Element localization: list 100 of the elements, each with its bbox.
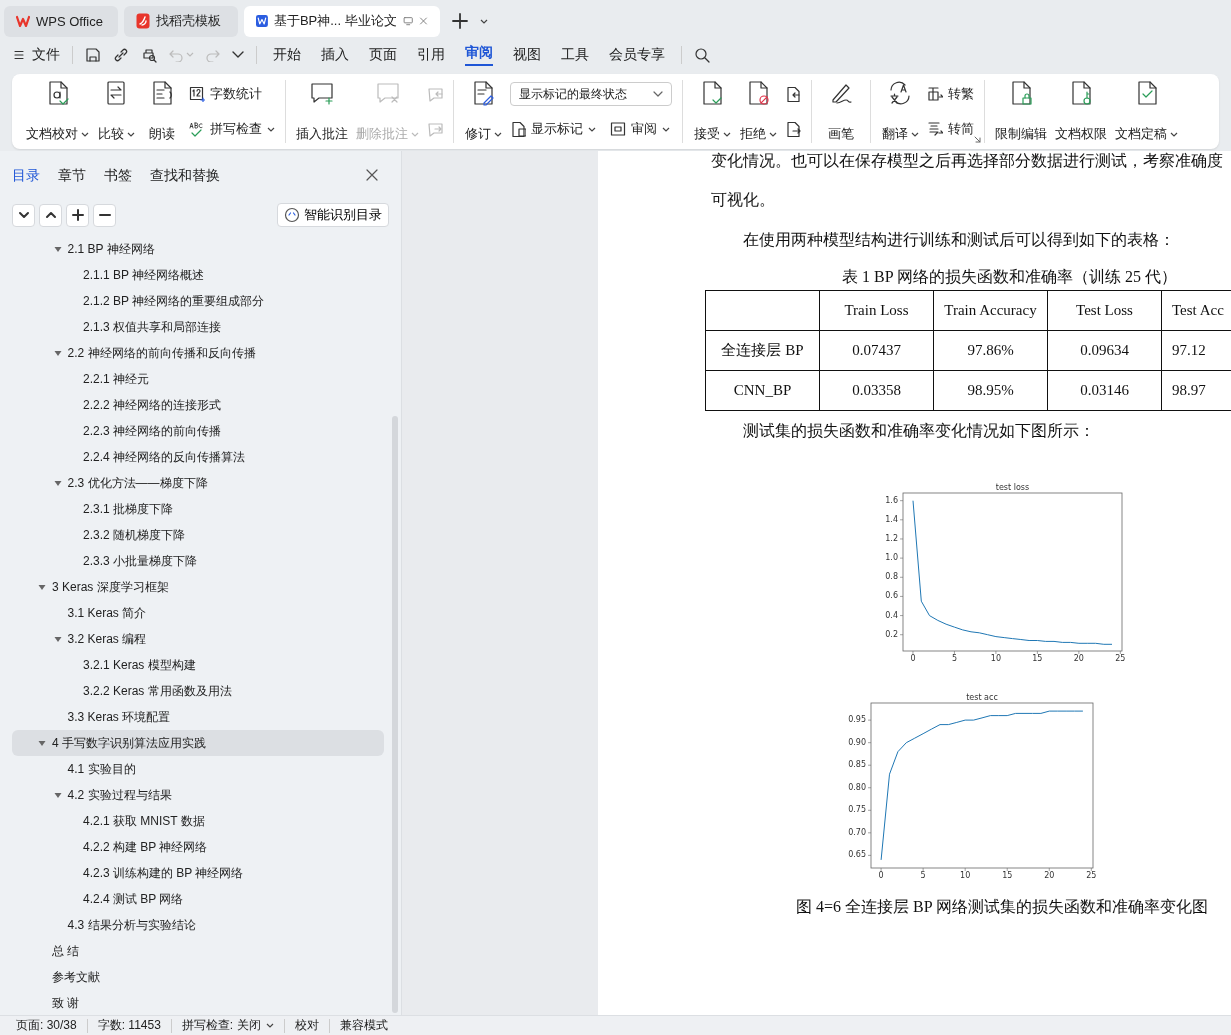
outline-item[interactable]: 4.2.1 获取 MNIST 数据	[12, 808, 384, 834]
ribbon-button[interactable]: 插入批注	[296, 80, 348, 143]
ribbon-tab[interactable]: 工具	[561, 45, 589, 64]
ribbon-tab[interactable]: 审阅	[465, 43, 493, 66]
outline-item[interactable]: 4.2.4 测试 BP 网络	[12, 886, 384, 912]
axis-tick-label: 15	[1002, 870, 1013, 880]
ribbon-button[interactable]: 接受	[693, 80, 731, 143]
app-tab[interactable]: 基于BP神... 毕业论文	[244, 5, 440, 37]
ribbon-button[interactable]: 画笔	[822, 80, 860, 143]
link-button[interactable]	[113, 46, 129, 63]
ribbon-button[interactable]: 限制编辑	[995, 80, 1047, 143]
ribbon-button[interactable]: 文档定稿	[1115, 80, 1178, 143]
axis-tick-label: 0.90	[848, 737, 866, 747]
wps-logo-icon	[16, 15, 30, 27]
axis-tick-label: 0	[910, 653, 916, 663]
ribbon-button[interactable]: 显示标记	[510, 117, 596, 141]
outline-item[interactable]: 4.2.3 训练构建的 BP 神经网络	[12, 860, 384, 886]
close-icon	[419, 15, 428, 27]
ribbon-button[interactable]: 翻译	[881, 80, 919, 143]
ribbon-tab[interactable]: 插入	[321, 45, 349, 64]
outline-item[interactable]: 致 谢	[12, 990, 384, 1015]
ribbon-button[interactable]: 修订	[464, 80, 502, 143]
pane-tab[interactable]: 书签	[104, 167, 132, 185]
markup-state-dropdown[interactable]: 显示标记的最终状态	[510, 82, 672, 106]
table-cell: 0.07437	[819, 330, 934, 371]
outline-item[interactable]: 2.2.3 神经网络的前向传播	[12, 418, 384, 444]
ribbon-tab[interactable]: 引用	[417, 45, 445, 64]
figure-caption: 图 4=6 全连接层 BP 网络测试集的损失函数和准确率变化图	[796, 896, 1209, 917]
ribbon-button[interactable]: 审阅	[610, 117, 670, 141]
ribbon-button[interactable]: 朗读	[143, 80, 181, 143]
outline-item[interactable]: 2.2.2 神经网络的连接形式	[12, 392, 384, 418]
outline-item[interactable]: 2.1.3 权值共享和局部连接	[12, 314, 384, 340]
save-button[interactable]	[85, 46, 101, 63]
outline-item[interactable]: 参考文献	[12, 964, 384, 990]
axis-tick-label: 0.95	[848, 714, 866, 724]
ribbon-tab[interactable]: 页面	[369, 45, 397, 64]
outline-item[interactable]: 3.2.1 Keras 模型构建	[12, 652, 384, 678]
outline-item[interactable]: 4.2.2 构建 BP 神经网络	[12, 834, 384, 860]
previous-change-icon	[785, 86, 801, 102]
caret-icon	[480, 18, 488, 24]
app-tab[interactable]: WPS Office	[4, 5, 118, 37]
outline-item[interactable]: 2.1.1 BP 神经网络概述	[12, 262, 384, 288]
chart-title: test acc	[966, 692, 998, 702]
outline-item[interactable]: 总 结	[12, 938, 384, 964]
ribbon-button[interactable]: 拒绝	[739, 80, 777, 143]
scrollbar[interactable]	[392, 416, 398, 1013]
ribbon-tab[interactable]: 会员专享	[609, 45, 665, 64]
caret-icon	[186, 52, 194, 57]
outline-item[interactable]: 4.2 实验过程与结果	[12, 782, 384, 808]
smart-toc-button[interactable]: 智能识别目录	[277, 203, 389, 227]
outline-item[interactable]: 4 手写数字识别算法应用实践	[12, 730, 384, 756]
outline-item[interactable]: 4.1 实验目的	[12, 756, 384, 782]
pane-tab[interactable]: 章节	[58, 167, 86, 185]
more-button[interactable]	[232, 50, 244, 59]
ribbon-button[interactable]: 拼写检查	[189, 117, 275, 141]
template-logo-icon	[136, 13, 150, 29]
translate-icon	[887, 80, 913, 106]
status-text: 校对	[294, 1017, 319, 1034]
chevron-up-icon	[44, 209, 57, 221]
outline-item[interactable]: 3.2.2 Keras 常用函数及用法	[12, 678, 384, 704]
save-icon	[85, 46, 101, 63]
outline-item[interactable]: 2.2.1 神经元	[12, 366, 384, 392]
add-button[interactable]	[66, 203, 89, 227]
table-cell: 97.86%	[933, 330, 1048, 371]
spell-check-status-button[interactable]: 拼写检查: 关闭	[181, 1017, 274, 1034]
outline-item[interactable]: 2.3.1 批梯度下降	[12, 496, 384, 522]
outline-item[interactable]: 2.3.3 小批量梯度下降	[12, 548, 384, 574]
outline-item[interactable]: 2.3 优化方法——梯度下降	[12, 470, 384, 496]
outline-item[interactable]: 3.2 Keras 编程	[12, 626, 384, 652]
ribbon-button[interactable]: 转繁	[927, 82, 974, 106]
paragraph: 测试集的损失函数和准确率变化情况如下图所示：	[742, 421, 1096, 441]
outline-item[interactable]: 2.2 神经网络的前向传播和反向传播	[12, 340, 384, 366]
axis-tick-label: 25	[1086, 870, 1097, 880]
print-preview-button[interactable]	[141, 46, 157, 63]
ribbon-button[interactable]: 转简	[927, 117, 974, 141]
outline-item[interactable]: 2.3.2 随机梯度下降	[12, 522, 384, 548]
app-tab[interactable]: 找稻壳模板	[124, 5, 238, 37]
expand-button[interactable]	[39, 203, 62, 227]
outline-item[interactable]: 4.3 结果分析与实验结论	[12, 912, 384, 938]
outline-item[interactable]: 2.1.2 BP 神经网络的重要组成部分	[12, 288, 384, 314]
outline-item[interactable]: 2.2.4 神经网络的反向传播算法	[12, 444, 384, 470]
outline-item[interactable]: 3.3 Keras 环境配置	[12, 704, 384, 730]
pane-tab[interactable]: 查找和替换	[150, 167, 220, 185]
outline-item[interactable]: 2.1 BP 神经网络	[12, 236, 384, 262]
ribbon-button[interactable]: 文档权限	[1055, 80, 1107, 143]
pane-tab[interactable]: 目录	[12, 167, 40, 185]
ribbon-button[interactable]: 文档校对	[26, 80, 89, 143]
ribbon-tab[interactable]: 开始	[273, 45, 301, 64]
file-menu[interactable]: 文件	[14, 45, 60, 64]
remove-button[interactable]	[93, 203, 116, 227]
chart-title: test loss	[995, 482, 1030, 492]
ribbon-button[interactable]: 比较	[97, 80, 135, 143]
search-button[interactable]	[694, 46, 710, 63]
collapse-button[interactable]	[12, 203, 35, 227]
outline-item[interactable]: 3.1 Keras 简介	[12, 600, 384, 626]
ribbon-button[interactable]: 字数统计	[189, 82, 275, 106]
next-change-icon	[785, 121, 801, 137]
axis-tick-label: 0.65	[848, 849, 866, 859]
ribbon-tab[interactable]: 视图	[513, 45, 541, 64]
outline-item[interactable]: 3 Keras 深度学习框架	[12, 574, 384, 600]
